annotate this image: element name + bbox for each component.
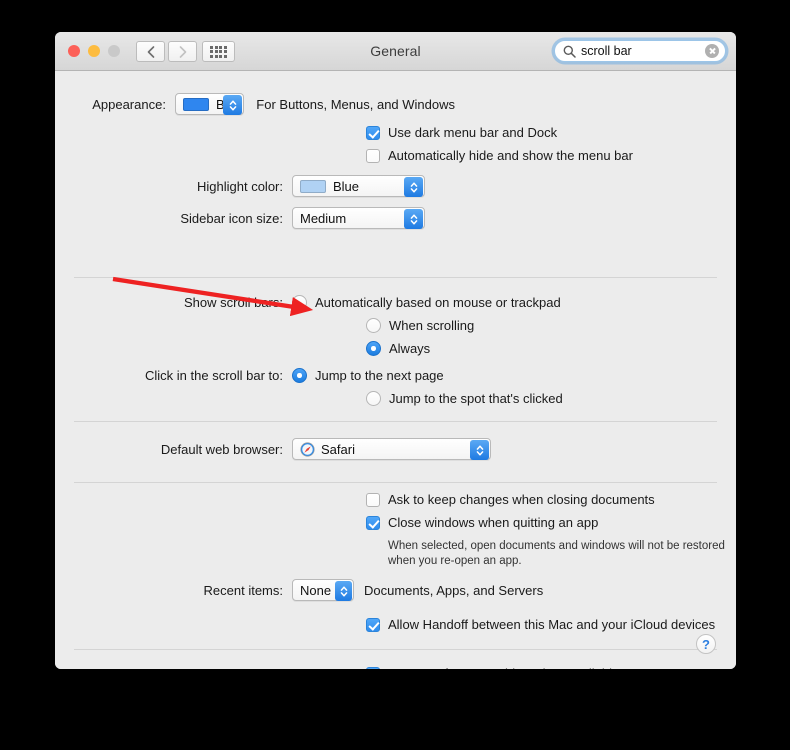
help-button-label: ? bbox=[702, 636, 710, 652]
scroll-bars-radio-always[interactable] bbox=[366, 341, 381, 356]
highlight-color-popup-button[interactable]: Blue bbox=[292, 175, 425, 197]
popup-arrows-icon bbox=[470, 440, 489, 460]
recent-items-value: None bbox=[300, 582, 332, 598]
highlight-popup-value: Blue bbox=[333, 178, 360, 194]
close-windows-checkbox[interactable] bbox=[366, 515, 380, 530]
default-web-browser-popup-button[interactable]: Safari bbox=[292, 438, 491, 460]
help-button[interactable]: ? bbox=[696, 634, 716, 654]
default-web-browser-label: Default web browser: bbox=[160, 441, 283, 457]
appearance-color-swatch bbox=[182, 97, 209, 111]
sidebar-icon-size-label: Sidebar icon size: bbox=[180, 210, 283, 226]
sidebar-icon-size-row: Sidebar icon size: Medium bbox=[55, 207, 425, 229]
click-scroll-label-next-page: Jump to the next page bbox=[315, 368, 444, 383]
popup-arrows-icon bbox=[404, 209, 423, 229]
handoff-label: Allow Handoff between this Mac and your … bbox=[388, 617, 716, 632]
show-scroll-bars-row: Show scroll bars: Automatically based on… bbox=[55, 295, 561, 310]
appearance-trailing-text: For Buttons, Menus, and Windows bbox=[256, 96, 455, 112]
click-scroll-option-spot-clicked[interactable]: Jump to the spot that's clicked bbox=[366, 391, 563, 406]
separator-1 bbox=[74, 277, 717, 278]
close-windows-label: Close windows when quitting an app bbox=[388, 515, 599, 530]
appearance-row: Appearance: Blue For Buttons, Menus, and… bbox=[55, 93, 455, 115]
appearance-label: Appearance: bbox=[92, 96, 166, 112]
handoff-checkbox[interactable] bbox=[366, 617, 380, 632]
separator-3 bbox=[74, 482, 717, 483]
handoff-checkbox-row[interactable]: Allow Handoff between this Mac and your … bbox=[366, 617, 715, 632]
click-scroll-label-spot-clicked: Jump to the spot that's clicked bbox=[389, 391, 563, 406]
ask-keep-changes-label: Ask to keep changes when closing documen… bbox=[388, 492, 655, 507]
lcd-font-smoothing-checkbox[interactable] bbox=[366, 666, 380, 669]
auto-hide-menu-bar-checkbox-row[interactable]: Automatically hide and show the menu bar bbox=[366, 148, 633, 163]
lcd-font-smoothing-label: Use LCD font smoothing when available bbox=[388, 666, 619, 669]
click-scroll-radio-next-page[interactable] bbox=[292, 368, 307, 383]
close-windows-note-line1: When selected, open documents and window… bbox=[388, 540, 725, 552]
click-scroll-option-next-page[interactable]: Jump to the next page bbox=[292, 368, 444, 383]
recent-items-popup-button[interactable]: None bbox=[292, 579, 354, 601]
appearance-popup-button[interactable]: Blue bbox=[174, 93, 245, 115]
search-field[interactable]: scroll bar bbox=[554, 40, 726, 62]
scroll-bars-option-always[interactable]: Always bbox=[366, 341, 430, 356]
click-scroll-bar-row: Click in the scroll bar to: Jump to the … bbox=[55, 368, 444, 383]
scroll-bars-label-automatic: Automatically based on mouse or trackpad bbox=[315, 295, 561, 310]
scroll-bars-radio-when-scrolling[interactable] bbox=[366, 318, 381, 333]
show-scroll-bars-label: Show scroll bars: bbox=[184, 295, 283, 310]
popup-arrows-icon bbox=[404, 177, 423, 197]
scroll-bars-radio-automatic[interactable] bbox=[292, 295, 307, 310]
dark-menu-bar-checkbox-row[interactable]: Use dark menu bar and Dock bbox=[366, 125, 557, 140]
close-windows-checkbox-row[interactable]: Close windows when quitting an app bbox=[366, 515, 598, 530]
clear-search-icon[interactable] bbox=[705, 44, 719, 58]
system-preferences-window: General scroll bar Appearance: Blue bbox=[55, 32, 736, 669]
default-web-browser-row: Default web browser: Safari bbox=[55, 438, 491, 460]
default-web-browser-value: Safari bbox=[321, 441, 355, 457]
dark-menu-bar-checkbox[interactable] bbox=[366, 125, 380, 140]
dark-menu-bar-label: Use dark menu bar and Dock bbox=[388, 125, 558, 140]
preferences-content: Appearance: Blue For Buttons, Menus, and… bbox=[55, 71, 736, 669]
window-titlebar: General scroll bar bbox=[55, 32, 736, 71]
ask-keep-changes-checkbox-row[interactable]: Ask to keep changes when closing documen… bbox=[366, 492, 655, 507]
lcd-font-smoothing-checkbox-row[interactable]: Use LCD font smoothing when available bbox=[366, 666, 619, 669]
recent-items-trailing-text: Documents, Apps, and Servers bbox=[364, 582, 544, 598]
search-input-value[interactable]: scroll bar bbox=[581, 44, 705, 58]
separator-2 bbox=[74, 421, 717, 422]
recent-items-row: Recent items: None Documents, Apps, and … bbox=[55, 579, 543, 601]
scroll-bars-option-when-scrolling[interactable]: When scrolling bbox=[366, 318, 474, 333]
auto-hide-menu-bar-label: Automatically hide and show the menu bar bbox=[388, 148, 633, 163]
safari-compass-icon bbox=[300, 441, 315, 457]
click-scroll-bar-label: Click in the scroll bar to: bbox=[145, 368, 283, 383]
ask-keep-changes-checkbox[interactable] bbox=[366, 492, 380, 507]
search-icon bbox=[563, 45, 576, 58]
recent-items-label: Recent items: bbox=[203, 582, 283, 598]
auto-hide-menu-bar-checkbox[interactable] bbox=[366, 148, 380, 163]
click-scroll-radio-spot-clicked[interactable] bbox=[366, 391, 381, 406]
scroll-bars-label-always: Always bbox=[389, 341, 431, 356]
highlight-color-swatch bbox=[300, 179, 326, 193]
scroll-bars-option-automatic[interactable]: Automatically based on mouse or trackpad bbox=[292, 295, 561, 310]
highlight-color-row: Highlight color: Blue bbox=[55, 175, 425, 197]
separator-4 bbox=[74, 649, 717, 650]
highlight-color-label: Highlight color: bbox=[197, 178, 283, 194]
popup-arrows-icon bbox=[223, 95, 243, 115]
popup-arrows-icon bbox=[335, 581, 352, 601]
sidebar-icon-size-value: Medium bbox=[300, 210, 347, 226]
close-windows-note-line2: when you re-open an app. bbox=[388, 555, 522, 567]
scroll-bars-label-when-scrolling: When scrolling bbox=[389, 318, 475, 333]
sidebar-icon-size-popup-button[interactable]: Medium bbox=[292, 207, 425, 229]
